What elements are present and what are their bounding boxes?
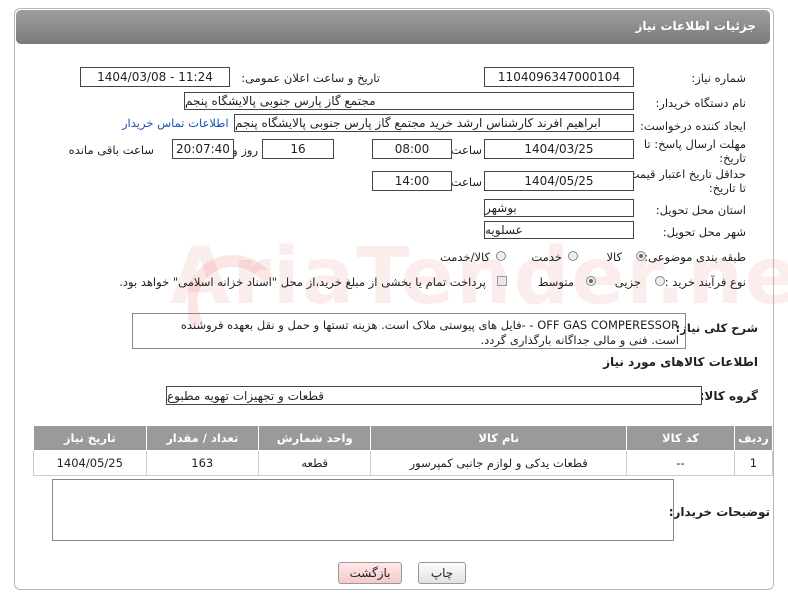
- category-service-radio[interactable]: [568, 251, 578, 261]
- col-name: نام کالا: [370, 425, 627, 451]
- remaining-time-field: 20:07:40: [172, 139, 234, 159]
- province-label: استان محل تحویل:: [655, 203, 746, 217]
- category-service-label: خدمت: [531, 250, 562, 264]
- col-code: کد کالا: [626, 425, 735, 451]
- process-minor-radio[interactable]: [655, 276, 665, 286]
- process-minor-label: جزیی: [614, 275, 641, 289]
- col-unit: واحد شمارش: [257, 425, 372, 451]
- print-button[interactable]: چاپ: [418, 562, 466, 584]
- col-qty: تعداد / مقدار: [145, 425, 259, 451]
- price-validity-label: حداقل تاریخ اعتبار قیمت:: [624, 167, 746, 181]
- row-date: 1404/05/25: [33, 450, 147, 476]
- category-goods-radio[interactable]: [636, 251, 646, 261]
- goods-group-label: گروه کالا:: [699, 389, 758, 403]
- reply-date-field: 1404/03/25: [484, 139, 634, 159]
- row-name: قطعات یدکی و لوازم جانبی کمپرسور: [370, 450, 627, 476]
- remaining-label: ساعت باقی مانده: [68, 143, 154, 157]
- table-row: 1 -- قطعات یدکی و لوازم جانبی کمپرسور قط…: [33, 450, 774, 476]
- row-code: --: [626, 450, 735, 476]
- city-field: عسلویه: [484, 221, 634, 239]
- contact-info-link[interactable]: اطلاعات تماس خریدار: [122, 116, 229, 130]
- province-field: بوشهر: [484, 199, 634, 217]
- description-textarea[interactable]: OFF GAS COMPERESSOR - -فایل های پیوستی م…: [132, 313, 686, 349]
- price-time-field: 14:00: [372, 171, 452, 191]
- reply-deadline-label: مهلت ارسال پاسخ: تا: [643, 137, 746, 151]
- row-qty: 163: [145, 450, 259, 476]
- panel-header: جزئیات اطلاعات نیاز: [16, 10, 770, 44]
- price-date-field: 1404/05/25: [484, 171, 634, 191]
- days-field: 16: [262, 139, 334, 159]
- creator-field: ابراهیم افرند کارشناس ارشد خرید مجتمع گا…: [234, 114, 634, 132]
- process-medium-label: متوسط: [537, 275, 574, 289]
- treasury-payment-checkbox[interactable]: [497, 276, 507, 286]
- goods-section-title: اطلاعات کالاهای مورد نیاز: [603, 355, 758, 369]
- creator-label: ایجاد کننده درخواست:: [640, 119, 746, 133]
- back-button[interactable]: بازگشت: [338, 562, 402, 584]
- need-number-label: شماره نیاز:: [691, 71, 746, 85]
- col-date: تاریخ نیاز: [33, 425, 147, 451]
- city-label: شهر محل تحویل:: [662, 225, 746, 239]
- goods-table: ردیف کد کالا نام کالا واحد شمارش تعداد /…: [33, 425, 774, 476]
- row-index: 1: [733, 450, 774, 476]
- category-both-label: کالا/خدمت: [439, 250, 490, 264]
- need-number-field: 1104096347000104: [484, 67, 634, 87]
- category-label: طبقه بندی موضوعی:: [644, 250, 746, 264]
- reply-time-label: ساعت: [450, 143, 482, 157]
- col-index: ردیف: [733, 425, 774, 451]
- price-validity-label-2: تا تاریخ:: [708, 181, 746, 195]
- category-goods-label: کالا: [606, 250, 622, 264]
- description-line-2: است. فنی و مالی جداگانه بارگذاری گردد.: [480, 333, 680, 347]
- description-line-1: OFF GAS COMPERESSOR - -فایل های پیوستی م…: [180, 318, 679, 332]
- buyer-org-label: نام دستگاه خریدار:: [655, 96, 746, 110]
- announce-field: 1404/03/08 - 11:24: [80, 67, 230, 87]
- process-label: نوع فرآیند خرید :: [664, 275, 746, 289]
- reply-deadline-label-2: تاریخ:: [719, 151, 746, 165]
- reply-time-field: 08:00: [372, 139, 452, 159]
- process-medium-radio[interactable]: [586, 276, 596, 286]
- buyer-org-field: مجتمع گاز پارس جنوبی پالایشگاه پنجم: [184, 92, 634, 110]
- days-label: روز و: [232, 143, 258, 157]
- row-unit: قطعه: [257, 450, 372, 476]
- buyer-notes-textarea[interactable]: [52, 479, 674, 541]
- buyer-notes-label: توضیحات خریدار:: [668, 505, 770, 519]
- announce-label: تاریخ و ساعت اعلان عمومی:: [241, 71, 380, 85]
- goods-group-field: قطعات و تجهیزات تهویه مطبوع: [166, 386, 702, 405]
- price-time-label: ساعت: [450, 175, 482, 189]
- description-label: شرح کلی نیاز:: [675, 321, 758, 335]
- goods-table-header: ردیف کد کالا نام کالا واحد شمارش تعداد /…: [33, 425, 774, 451]
- panel-title: جزئیات اطلاعات نیاز: [635, 19, 756, 33]
- payment-note: پرداخت تمام یا بخشی از مبلغ خرید،از محل …: [119, 275, 486, 289]
- category-both-radio[interactable]: [496, 251, 506, 261]
